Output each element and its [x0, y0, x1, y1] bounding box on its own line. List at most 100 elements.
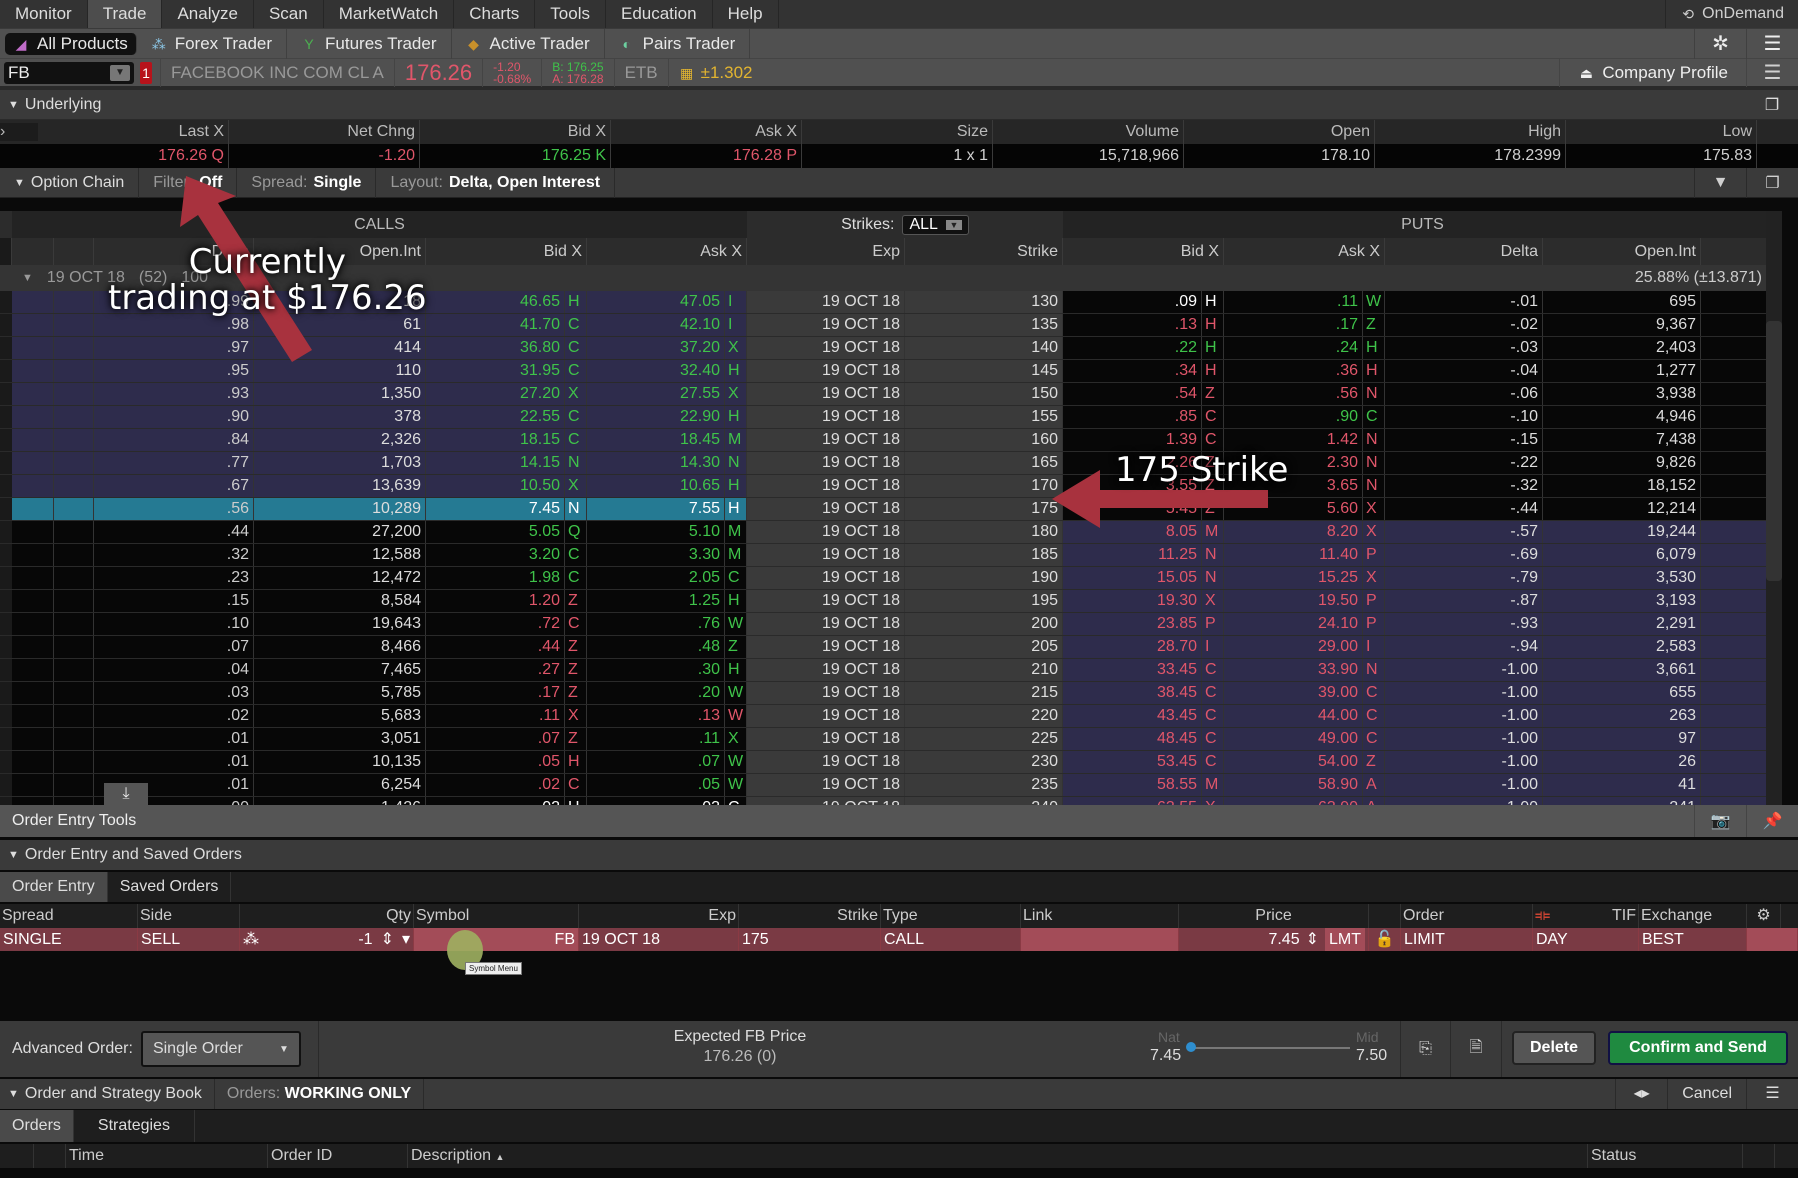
- put-ask[interactable]: .11: [1224, 291, 1363, 313]
- put-ask[interactable]: .56: [1224, 383, 1363, 405]
- col-ask[interactable]: Ask X: [611, 120, 802, 144]
- call-ask[interactable]: 37.20: [587, 337, 725, 359]
- qty-dropdown-icon[interactable]: ▾: [402, 928, 410, 951]
- tab-pairs-trader[interactable]: ◐ Pairs Trader: [605, 28, 751, 59]
- call-ask[interactable]: .20: [587, 682, 725, 704]
- col-bid[interactable]: Bid X: [420, 120, 611, 144]
- slider-track[interactable]: [1190, 1047, 1350, 1049]
- put-bid[interactable]: 63.55: [1063, 797, 1202, 805]
- option-row[interactable]: .04 7,465.27 Z .30 H 19 OCT 18 210 33.45 C 33.90 N…: [0, 659, 1782, 682]
- put-ask[interactable]: 63.90: [1224, 797, 1363, 805]
- price-type-button[interactable]: LMT: [1325, 928, 1365, 951]
- option-row[interactable]: .07 8,466.44 Z .48 Z 19 OCT 18 205 28.70 I 29.00 I…: [0, 636, 1782, 659]
- popout-icon[interactable]: ❐: [1746, 95, 1798, 115]
- orders-filter-dropdown[interactable]: Orders: WORKING ONLY: [215, 1079, 425, 1109]
- option-row[interactable]: .97 414 36.80 C 37.20 X 19 OCT 18 140.22 H .24 H -.…: [0, 337, 1782, 360]
- put-ask[interactable]: 33.90: [1224, 659, 1363, 681]
- call-ask[interactable]: 27.55: [587, 383, 725, 405]
- call-bid[interactable]: .27: [426, 659, 565, 681]
- expand-icon[interactable]: ›: [0, 123, 38, 141]
- menu-trade[interactable]: Trade: [87, 0, 163, 28]
- order-type-select[interactable]: LIMIT: [1401, 928, 1533, 951]
- symbol-field[interactable]: FB: [414, 928, 579, 951]
- put-bid[interactable]: .09: [1063, 291, 1202, 313]
- price-input[interactable]: 7.45: [1268, 928, 1299, 951]
- call-bid[interactable]: 10.50: [426, 475, 565, 497]
- put-ask[interactable]: .17: [1224, 314, 1363, 336]
- menu-tools[interactable]: Tools: [535, 0, 606, 28]
- strike-select[interactable]: 175: [739, 928, 881, 951]
- col-size[interactable]: Size: [802, 120, 993, 144]
- option-chain-header[interactable]: ▼ Option Chain: [0, 167, 140, 198]
- put-bid[interactable]: 5.45: [1063, 498, 1202, 520]
- side-select[interactable]: SELL: [138, 928, 240, 951]
- call-ask[interactable]: 22.90: [587, 406, 725, 428]
- call-bid[interactable]: 1.98: [426, 567, 565, 589]
- col-strike[interactable]: Strike: [905, 238, 1063, 265]
- call-bid[interactable]: .02: [426, 797, 565, 805]
- put-ask[interactable]: 29.00: [1224, 636, 1363, 658]
- option-row[interactable]: .10 19,643.72 C .76 W 19 OCT 18 200 23.85 P 24.10…: [0, 613, 1782, 636]
- spread-select[interactable]: SINGLE: [0, 928, 138, 951]
- save-order-icon[interactable]: 🗎: [1450, 1021, 1502, 1077]
- order-entry-section-header[interactable]: ▼ Order Entry and Saved Orders: [0, 840, 1798, 870]
- put-bid[interactable]: 53.45: [1063, 751, 1202, 773]
- put-bid[interactable]: .34: [1063, 360, 1202, 382]
- put-ask[interactable]: 54.00: [1224, 751, 1363, 773]
- call-bid[interactable]: 27.20: [426, 383, 565, 405]
- option-row[interactable]: .23 12,472 1.98 C 2.05 C 19 OCT 18 190 15.05 N 15.…: [0, 567, 1782, 590]
- symbol-input[interactable]: FB ▼: [4, 61, 134, 84]
- put-bid[interactable]: 28.70: [1063, 636, 1202, 658]
- menu-help[interactable]: Help: [713, 0, 779, 28]
- put-bid[interactable]: .54: [1063, 383, 1202, 405]
- type-select[interactable]: CALL: [881, 928, 1021, 951]
- copy-order-icon[interactable]: ⎘: [1400, 1021, 1450, 1077]
- put-ask[interactable]: 19.50: [1224, 590, 1363, 612]
- put-ask[interactable]: 15.25: [1224, 567, 1363, 589]
- call-ask[interactable]: .30: [587, 659, 725, 681]
- popout-icon[interactable]: ❐: [1746, 167, 1798, 198]
- put-ask[interactable]: 8.20: [1224, 521, 1363, 543]
- tab-active-trader[interactable]: ◆ Active Trader: [452, 28, 605, 59]
- put-bid[interactable]: 43.45: [1063, 705, 1202, 727]
- col-call-ask[interactable]: Ask X: [587, 238, 747, 265]
- layout-dropdown[interactable]: Layout: Delta, Open Interest: [376, 167, 616, 198]
- chevron-down-icon[interactable]: ▼: [110, 64, 130, 81]
- call-bid[interactable]: .07: [426, 728, 565, 750]
- col-put-ask[interactable]: Ask X: [1224, 238, 1385, 265]
- exp-select[interactable]: 19 OCT 18: [579, 928, 739, 951]
- call-bid[interactable]: 31.95: [426, 360, 565, 382]
- call-bid[interactable]: 5.05: [426, 521, 565, 543]
- camera-icon[interactable]: 📷: [1694, 805, 1746, 837]
- put-ask[interactable]: .90: [1224, 406, 1363, 428]
- put-bid[interactable]: 58.55: [1063, 774, 1202, 796]
- call-ask[interactable]: 14.30: [587, 452, 725, 474]
- ondemand-button[interactable]: ⟲ OnDemand: [1665, 0, 1798, 28]
- option-row[interactable]: .44 27,200 5.05 Q 5.10 M 19 OCT 18 180 8.05 M 8.20…: [0, 521, 1782, 544]
- call-bid[interactable]: .17: [426, 682, 565, 704]
- col-order-id[interactable]: Order ID: [268, 1144, 408, 1168]
- option-row[interactable]: .001,426.02H.03C19 OCT 1824063.55X63.90A…: [0, 797, 1782, 805]
- call-bid[interactable]: .44: [426, 636, 565, 658]
- cancel-button[interactable]: Cancel: [1667, 1079, 1746, 1109]
- menu-education[interactable]: Education: [606, 0, 713, 28]
- menu-list-icon[interactable]: ☰: [1746, 1079, 1798, 1109]
- option-row[interactable]: .01 3,051.07 Z .11 X 19 OCT 18 225 48.45 C 49.00 C…: [0, 728, 1782, 751]
- call-ask[interactable]: 18.45: [587, 429, 725, 451]
- menu-charts[interactable]: Charts: [454, 0, 536, 28]
- call-ask[interactable]: 42.10: [587, 314, 725, 336]
- link-field[interactable]: [1021, 928, 1179, 951]
- put-ask[interactable]: 44.00: [1224, 705, 1363, 727]
- col-last[interactable]: Last X: [38, 120, 229, 144]
- call-bid[interactable]: .11: [426, 705, 565, 727]
- put-bid[interactable]: 8.05: [1063, 521, 1202, 543]
- put-bid[interactable]: 19.30: [1063, 590, 1202, 612]
- option-row[interactable]: .77 1,703 14.15 N 14.30 N 19 OCT 18 165 2.26 Z 2.3…: [0, 452, 1782, 475]
- order-book-title[interactable]: Order and Strategy Book: [25, 1079, 215, 1109]
- col-exp[interactable]: Exp: [747, 238, 905, 265]
- col-put-bid[interactable]: Bid X: [1063, 238, 1224, 265]
- put-bid[interactable]: 23.85: [1063, 613, 1202, 635]
- tab-all-products[interactable]: ◢ All Products: [5, 32, 137, 55]
- call-bid[interactable]: 7.45: [426, 498, 565, 520]
- call-ask[interactable]: 3.30: [587, 544, 725, 566]
